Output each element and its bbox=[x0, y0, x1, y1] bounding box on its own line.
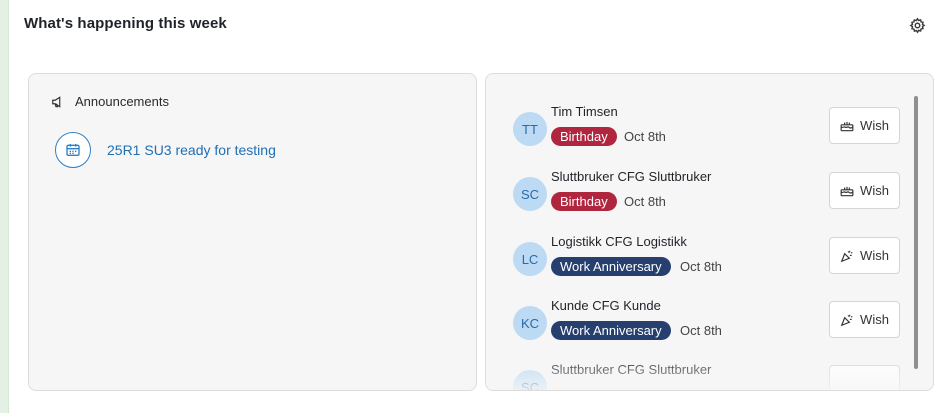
wish-label: Wish bbox=[860, 248, 889, 263]
cake-icon bbox=[840, 186, 854, 196]
widget-title: What's happening this week bbox=[24, 15, 227, 32]
announcements-panel: Announcements 25R1 SU3 ready for testing bbox=[28, 73, 477, 391]
wish-button[interactable]: Wish bbox=[829, 107, 900, 144]
avatar: TT bbox=[513, 112, 547, 146]
wish-button[interactable]: Wish bbox=[829, 172, 900, 209]
cake-icon bbox=[840, 121, 854, 131]
calendar-icon bbox=[66, 144, 80, 156]
event-row: KC Kunde CFG Kunde Work Anniversary Oct … bbox=[486, 292, 916, 348]
event-row: SC Sluttbruker CFG Sluttbruker Birthday … bbox=[486, 163, 916, 219]
announcement-icon-circle bbox=[55, 132, 91, 168]
person-name: Sluttbruker CFG Sluttbruker bbox=[551, 169, 712, 184]
person-name: Sluttbruker CFG Sluttbruker bbox=[551, 362, 712, 377]
announcement-link[interactable]: 25R1 SU3 ready for testing bbox=[107, 142, 276, 158]
avatar: LC bbox=[513, 242, 547, 276]
whats-happening-widget: What's happening this week Announcements bbox=[8, 0, 940, 413]
wish-label: Wish bbox=[860, 312, 889, 327]
person-name: Tim Timsen bbox=[551, 104, 618, 119]
scrollbar[interactable] bbox=[914, 96, 918, 369]
event-date: Oct 8th bbox=[624, 129, 666, 144]
gear-icon bbox=[909, 17, 925, 34]
event-date: Oct 8th bbox=[624, 194, 666, 209]
event-type-badge: Birthday bbox=[551, 192, 617, 211]
events-panel: TT Tim Timsen Birthday Oct 8th Wish SC S… bbox=[485, 73, 934, 391]
wish-button[interactable]: Wish bbox=[829, 237, 900, 274]
event-date: Oct 8th bbox=[680, 323, 722, 338]
avatar: SC bbox=[513, 370, 547, 390]
event-row: SC Sluttbruker CFG Sluttbruker bbox=[486, 356, 916, 390]
announcements-label: Announcements bbox=[75, 94, 169, 109]
event-date: Oct 8th bbox=[680, 259, 722, 274]
megaphone-icon bbox=[52, 95, 61, 108]
person-name: Kunde CFG Kunde bbox=[551, 298, 661, 313]
announcements-header: Announcements bbox=[51, 94, 169, 109]
settings-button[interactable] bbox=[907, 15, 927, 35]
event-row: LC Logistikk CFG Logistikk Work Annivers… bbox=[486, 228, 916, 284]
avatar: KC bbox=[513, 306, 547, 340]
party-popper-icon bbox=[840, 250, 853, 262]
wish-label: Wish bbox=[860, 118, 889, 133]
announcement-item[interactable]: 25R1 SU3 ready for testing bbox=[55, 132, 276, 168]
event-type-badge: Work Anniversary bbox=[551, 321, 671, 340]
person-name: Logistikk CFG Logistikk bbox=[551, 234, 687, 249]
event-type-badge: Work Anniversary bbox=[551, 257, 671, 276]
wish-button[interactable]: Wish bbox=[829, 301, 900, 338]
event-row: TT Tim Timsen Birthday Oct 8th Wish bbox=[486, 98, 916, 154]
party-popper-icon bbox=[840, 314, 853, 326]
wish-button[interactable] bbox=[829, 365, 900, 390]
avatar: SC bbox=[513, 177, 547, 211]
event-type-badge: Birthday bbox=[551, 127, 617, 146]
wish-label: Wish bbox=[860, 183, 889, 198]
